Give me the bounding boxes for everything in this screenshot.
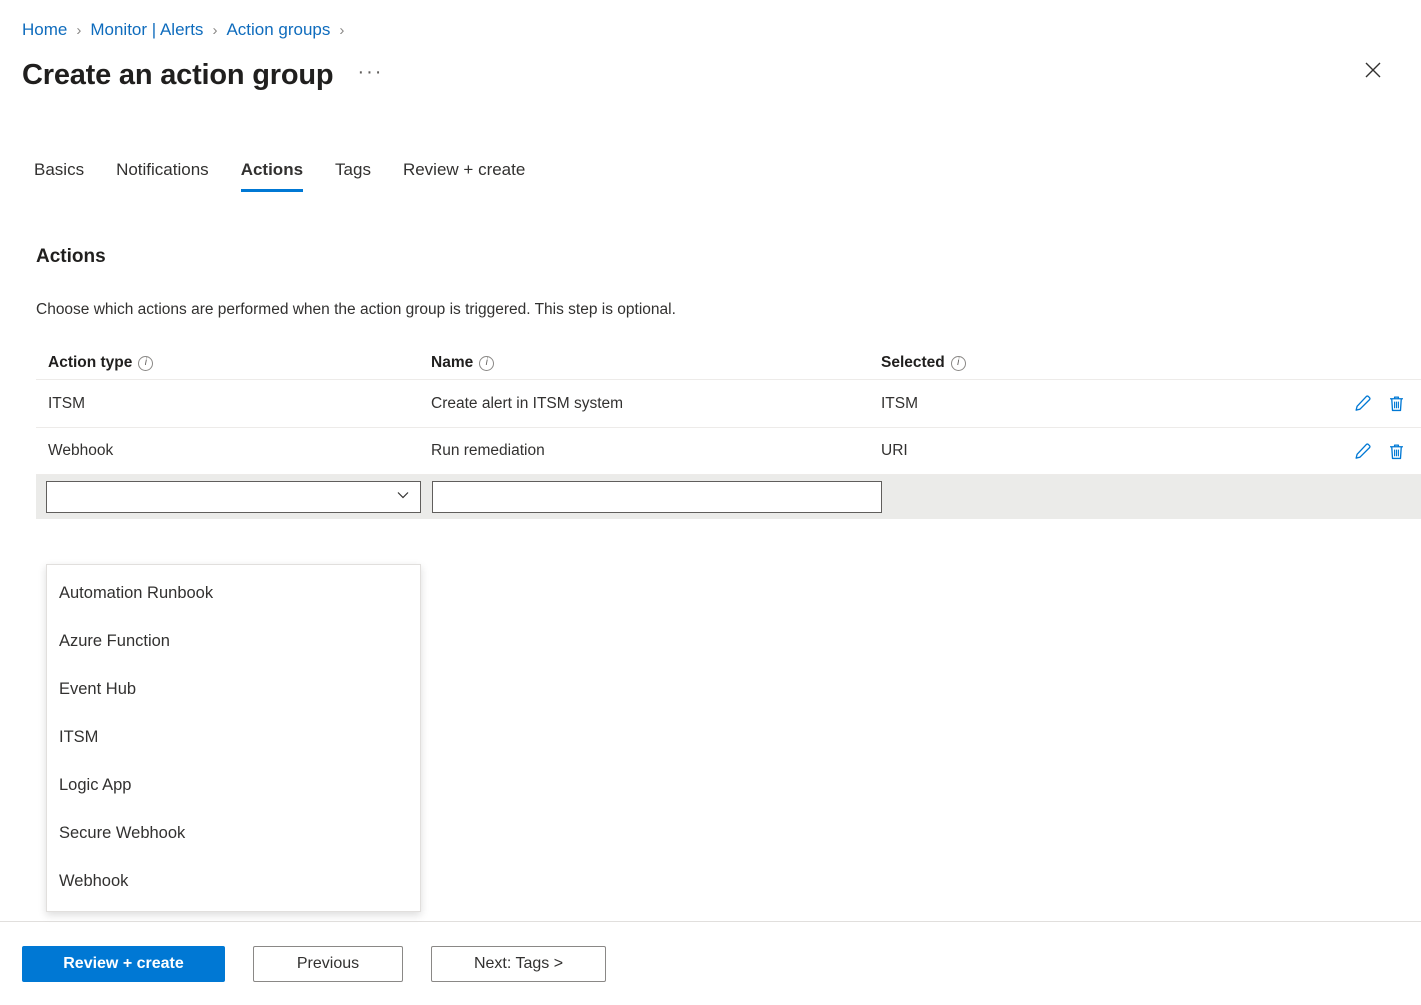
cell-action-type: ITSM xyxy=(48,395,431,413)
cell-selected: ITSM xyxy=(881,395,1321,413)
tab-notifications[interactable]: Notifications xyxy=(116,160,209,192)
dropdown-option-secure-webhook[interactable]: Secure Webhook xyxy=(47,809,420,857)
previous-button[interactable]: Previous xyxy=(253,946,403,982)
breadcrumb-item-action-groups[interactable]: Action groups xyxy=(226,20,330,40)
dropdown-option-automation-runbook[interactable]: Automation Runbook xyxy=(47,569,420,617)
cell-row-actions xyxy=(1321,393,1421,415)
cell-selected: URI xyxy=(881,442,1321,460)
info-icon[interactable]: i xyxy=(479,356,494,371)
chevron-down-icon xyxy=(396,488,410,506)
breadcrumb-item-monitor-alerts[interactable]: Monitor | Alerts xyxy=(90,20,203,40)
column-header-action-type-label: Action type xyxy=(48,354,132,372)
table-row: ITSM Create alert in ITSM system ITSM xyxy=(36,379,1421,427)
section-description: Choose which actions are performed when … xyxy=(36,301,1421,319)
trash-icon[interactable] xyxy=(1385,393,1407,415)
breadcrumb-separator-icon: › xyxy=(76,22,81,39)
table-row: Webhook Run remediation URI xyxy=(36,427,1421,475)
breadcrumb-item-home[interactable]: Home xyxy=(22,20,67,40)
action-type-dropdown-list: Automation Runbook Azure Function Event … xyxy=(46,564,421,912)
cell-action-type: Webhook xyxy=(48,442,431,460)
action-name-input[interactable] xyxy=(432,481,882,513)
table-header-row: Action type i Name i Selected i xyxy=(36,347,1421,379)
dropdown-option-itsm[interactable]: ITSM xyxy=(47,713,420,761)
page-header: Create an action group ··· xyxy=(0,44,1421,100)
cell-name: Run remediation xyxy=(431,442,881,460)
tab-tags[interactable]: Tags xyxy=(335,160,371,192)
section-title: Actions xyxy=(36,246,1421,268)
breadcrumb: Home › Monitor | Alerts › Action groups … xyxy=(0,0,1421,44)
dropdown-option-event-hub[interactable]: Event Hub xyxy=(47,665,420,713)
new-action-row xyxy=(36,475,1421,519)
cell-row-actions xyxy=(1321,440,1421,462)
column-header-action-type: Action type i xyxy=(48,354,431,372)
wizard-footer: Review + create Previous Next: Tags > xyxy=(0,922,1421,1005)
pencil-icon[interactable] xyxy=(1351,393,1373,415)
next-tags-button[interactable]: Next: Tags > xyxy=(431,946,606,982)
column-header-name-label: Name xyxy=(431,354,473,372)
tab-actions[interactable]: Actions xyxy=(241,160,303,192)
page-title: Create an action group xyxy=(22,60,333,92)
review-create-button[interactable]: Review + create xyxy=(22,946,225,982)
close-icon[interactable] xyxy=(1357,54,1389,86)
trash-icon[interactable] xyxy=(1385,440,1407,462)
pencil-icon[interactable] xyxy=(1351,440,1373,462)
actions-section: Actions Choose which actions are perform… xyxy=(0,246,1421,475)
action-type-select[interactable] xyxy=(46,481,421,513)
tab-review-create[interactable]: Review + create xyxy=(403,160,525,192)
breadcrumb-separator-icon: › xyxy=(339,22,344,39)
actions-table: Action type i Name i Selected i ITSM Cre… xyxy=(36,347,1421,475)
dropdown-option-azure-function[interactable]: Azure Function xyxy=(47,617,420,665)
dropdown-option-webhook[interactable]: Webhook xyxy=(47,857,420,905)
tab-basics[interactable]: Basics xyxy=(34,160,84,192)
breadcrumb-separator-icon: › xyxy=(212,22,217,39)
wizard-tabs: Basics Notifications Actions Tags Review… xyxy=(0,152,1421,192)
info-icon[interactable]: i xyxy=(138,356,153,371)
action-type-select-wrapper xyxy=(46,481,421,513)
cell-name: Create alert in ITSM system xyxy=(431,395,881,413)
column-header-selected-label: Selected xyxy=(881,354,945,372)
more-options-button[interactable]: ··· xyxy=(357,62,383,90)
info-icon[interactable]: i xyxy=(951,356,966,371)
column-header-selected: Selected i xyxy=(881,354,1321,372)
column-header-name: Name i xyxy=(431,354,881,372)
dropdown-option-logic-app[interactable]: Logic App xyxy=(47,761,420,809)
